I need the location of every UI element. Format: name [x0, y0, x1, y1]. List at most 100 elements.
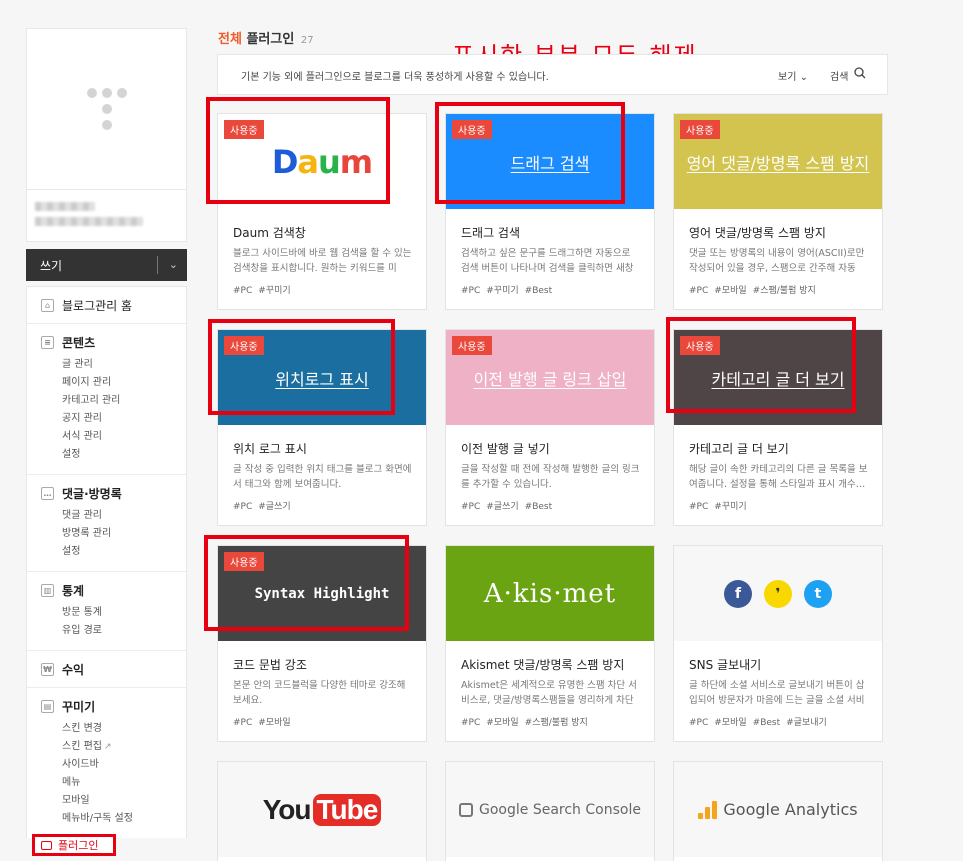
- plugin-card-syntax-highlight[interactable]: 사용중 Syntax Highlight 코드 문법 강조 본문 안의 코드블럭…: [217, 545, 427, 742]
- facebook-icon: f: [724, 579, 752, 608]
- menu-item-categories[interactable]: 카테고리 관리: [62, 392, 186, 410]
- in-use-badge: 사용중: [224, 552, 264, 571]
- card-tags: #PC #꾸미기: [233, 286, 291, 296]
- bar-chart-icon: ▥: [41, 583, 54, 597]
- layout-icon: ▤: [41, 699, 54, 713]
- plugin-card-akismet[interactable]: A·kis·met Akismet 댓글/방명록 스팸 방지 Akismet은 …: [445, 545, 655, 742]
- menu-item-referrers[interactable]: 유입 경로: [62, 622, 186, 640]
- in-use-badge: 사용중: [452, 336, 492, 355]
- plugin-card-location-log[interactable]: 사용중 위치로그 표시 위치 로그 표시 글 작성 중 입력한 위치 태그를 블…: [217, 329, 427, 526]
- menu-item-comments[interactable]: 댓글 관리: [62, 507, 186, 525]
- chevron-down-icon[interactable]: ⌄: [169, 258, 178, 271]
- coin-icon: ₩: [41, 662, 54, 676]
- plugin-count: 27: [300, 35, 314, 46]
- menu-item-skin-edit[interactable]: 스킨 편집 ↗: [62, 738, 186, 756]
- thumbnail-text: 카테고리 글 더 보기: [711, 369, 845, 389]
- card-thumbnail: 사용중 영어 댓글/방명록 스팸 방지: [674, 114, 882, 209]
- plugin-card-sns-share[interactable]: f ❜ t SNS 글보내기 글 하단에 소셜 서비스로 글보내기 버튼이 삽입…: [673, 545, 883, 742]
- plugin-card-daum-search[interactable]: 사용중 Daum Daum 검색창 블로그 사이드바에 바로 웹 검색을 할 수…: [217, 113, 427, 310]
- menu-revenue-label: 수익: [62, 662, 85, 677]
- menu-stats-head[interactable]: ▥ 통계: [41, 582, 186, 598]
- card-description: 댓글 또는 방명록의 내용이 영어(ASCII)로만 작성되어 있을 경우, 스…: [689, 248, 865, 274]
- menu-item-comments-settings[interactable]: 설정: [62, 543, 186, 561]
- menu-plugin-label: 플러그인: [58, 839, 99, 852]
- menu-item-posts[interactable]: 글 관리: [62, 356, 186, 374]
- menu-contents-head[interactable]: ≡ 콘텐츠: [41, 334, 186, 350]
- plugin-card-google-search-console[interactable]: Google Search Console: [445, 761, 655, 861]
- daum-logo: Daum: [271, 142, 373, 181]
- card-tags: #PC #꾸미기: [689, 502, 747, 512]
- menu-item-menubar[interactable]: 메뉴바/구독 설정: [62, 810, 186, 828]
- menu-item-guestbook[interactable]: 방명록 관리: [62, 525, 186, 543]
- menu-item-mobile[interactable]: 모바일: [62, 792, 186, 810]
- card-tags: #PC #글쓰기 #Best: [461, 502, 553, 512]
- in-use-badge: 사용중: [224, 336, 264, 355]
- plugin-card-google-analytics[interactable]: Google Analytics: [673, 761, 883, 861]
- write-button[interactable]: 쓰기 ⌄: [26, 249, 187, 281]
- menu-item-menu[interactable]: 메뉴: [62, 774, 186, 792]
- menu-item-contents-settings[interactable]: 설정: [62, 446, 186, 464]
- menu-item-pages[interactable]: 페이지 관리: [62, 374, 186, 392]
- menu-home[interactable]: ⌂ 블로그관리 홈: [27, 287, 186, 324]
- plugin-card-category-more[interactable]: 사용중 카테고리 글 더 보기 카테고리 글 더 보기 해당 글이 속한 카테고…: [673, 329, 883, 526]
- analytics-bars-icon: [698, 800, 718, 819]
- menu-item-sidebar[interactable]: 사이드바: [62, 756, 186, 774]
- menu-revenue[interactable]: ₩ 수익: [27, 651, 186, 688]
- card-description: 글 작성 중 입력한 위치 태그를 블로그 화면에서 태그와 함께 보여줍니다.: [233, 464, 412, 490]
- card-description: Akismet은 세계적으로 유명한 스팸 차단 서비스로, 댓글/방명록스팸들…: [461, 680, 637, 706]
- menu-item-templates[interactable]: 서식 관리: [62, 428, 186, 446]
- menu-comments-head[interactable]: … 댓글·방명록: [41, 485, 186, 501]
- youtube-logo: You Tube: [263, 793, 382, 826]
- search-button[interactable]: 검색: [830, 68, 848, 83]
- external-link-icon: ↗: [103, 742, 112, 752]
- menu-stats-label: 통계: [62, 583, 85, 598]
- document-icon: ≡: [41, 335, 54, 349]
- card-tags: #PC #꾸미기 #Best: [461, 286, 553, 296]
- in-use-badge: 사용중: [224, 120, 264, 139]
- card-title: 영어 댓글/방명록 스팸 방지: [689, 226, 826, 240]
- title-text: 플러그인: [246, 32, 295, 47]
- card-description: 본문 안의 코드블럭을 다양한 테마로 강조해보세요.: [233, 680, 406, 706]
- card-title: 위치 로그 표시: [233, 442, 307, 456]
- card-thumbnail: Google Analytics: [674, 762, 882, 857]
- home-icon: ⌂: [41, 298, 54, 312]
- menu-decorate-head[interactable]: ▤ 꾸미기: [41, 698, 186, 714]
- search-icon[interactable]: [854, 67, 866, 79]
- in-use-badge: 사용중: [680, 120, 720, 139]
- plugin-card-previous-post[interactable]: 사용중 이전 발행 글 링크 삽입 이전 발행 글 넣기 글을 작성할 때 전에…: [445, 329, 655, 526]
- thumbnail-text: 위치로그 표시: [275, 369, 369, 389]
- plugin-card-english-spam[interactable]: 사용중 영어 댓글/방명록 스팸 방지 영어 댓글/방명록 스팸 방지 댓글 또…: [673, 113, 883, 310]
- plugin-card-youtube[interactable]: You Tube: [217, 761, 427, 861]
- thumbnail-text: Syntax Highlight: [254, 585, 390, 602]
- thumbnail-text: 영어 댓글/방명록 스팸 방지: [686, 153, 870, 173]
- tistory-logo-icon: [86, 84, 127, 134]
- menu-decorate-label: 꾸미기: [62, 699, 96, 714]
- card-thumbnail: You Tube: [218, 762, 426, 857]
- card-tags: #PC #글쓰기: [233, 502, 291, 512]
- description-bar: 기본 기능 외에 플러그인으로 블로그를 더욱 풍성하게 사용할 수 있습니다.…: [217, 54, 888, 95]
- thumbnail-text: 드래그 검색: [510, 153, 590, 173]
- menu-home-label: 블로그관리 홈: [62, 298, 133, 313]
- menu-item-notices[interactable]: 공지 관리: [62, 410, 186, 428]
- plugin-icon: [41, 840, 52, 850]
- card-description: 검색하고 싶은 문구를 드래그하면 자동으로 검색 버튼이 나타나며 검색을 클…: [461, 248, 634, 274]
- menu-plugin[interactable]: 플러그인: [32, 834, 116, 856]
- menu-decorate: ▤ 꾸미기 스킨 변경 스킨 편집 ↗ 사이드바 메뉴 모바일 메뉴바/구독 설정: [27, 688, 186, 838]
- in-use-badge: 사용중: [680, 336, 720, 355]
- blog-name-blurred: [26, 190, 187, 242]
- card-tags: #PC #모바일 #스팸/불펌 방지: [689, 286, 816, 296]
- menu-stats: ▥ 통계 방문 통계 유입 경로: [27, 572, 186, 651]
- card-thumbnail: f ❜ t: [674, 546, 882, 641]
- menu-item-visit-stats[interactable]: 방문 통계: [62, 604, 186, 622]
- menu-contents-label: 콘텐츠: [62, 335, 96, 350]
- card-title: Daum 검색창: [233, 226, 306, 240]
- menu-item-skin-change[interactable]: 스킨 변경: [62, 720, 186, 738]
- blog-profile[interactable]: [26, 28, 187, 190]
- card-thumbnail: A·kis·met: [446, 546, 654, 641]
- card-description: 글을 작성할 때 전에 작성해 발행한 글의 링크를 추가할 수 있습니다.: [461, 464, 640, 490]
- page-title: 전체 플러그인 27: [218, 28, 314, 47]
- plugin-card-drag-search[interactable]: 사용중 드래그 검색 드래그 검색 검색하고 싶은 문구를 드래그하면 자동으로…: [445, 113, 655, 310]
- view-dropdown[interactable]: 보기 ⌄: [778, 68, 808, 83]
- chevron-down-icon: ⌄: [799, 72, 808, 83]
- card-tags: #PC #모바일 #Best #글보내기: [689, 718, 827, 728]
